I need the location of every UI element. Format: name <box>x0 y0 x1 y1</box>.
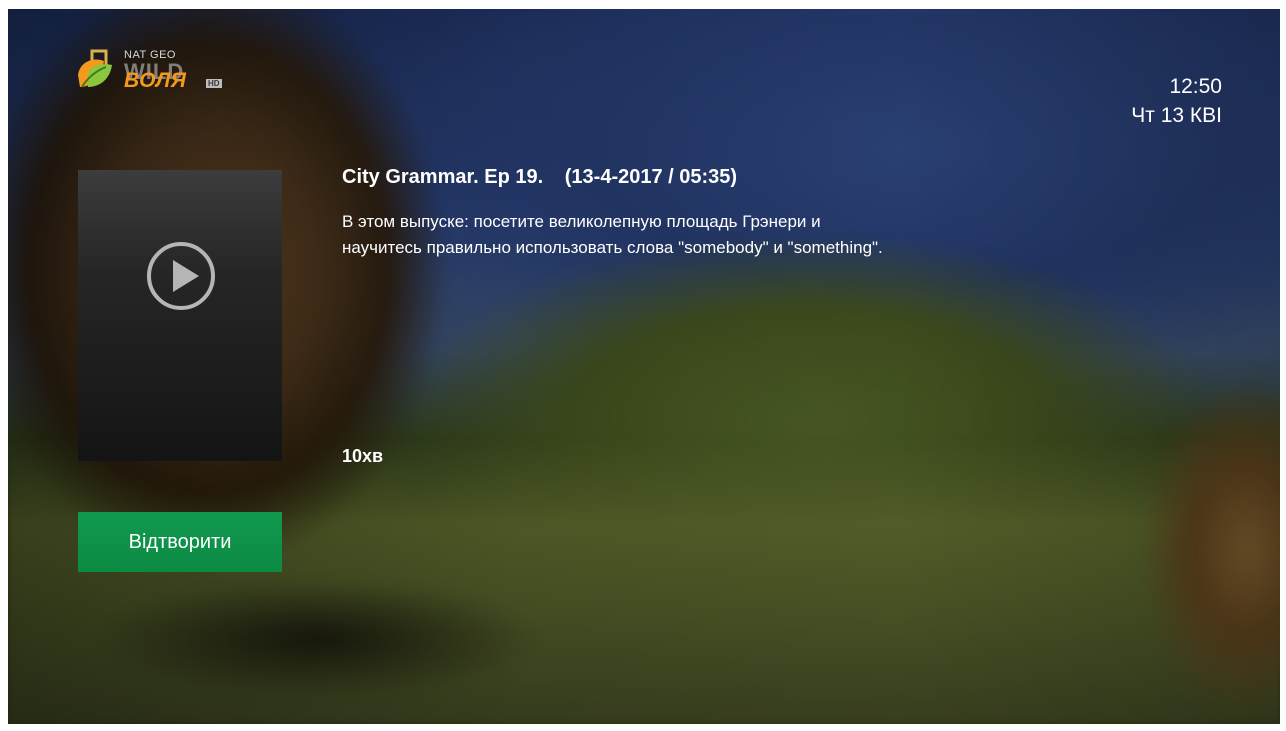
program-description: В этом выпуске: посетите великолепную пл… <box>342 212 883 257</box>
play-button[interactable]: Відтворити <box>78 512 282 572</box>
logo-brand-text: ВОЛЯ <box>124 69 187 92</box>
clock-time: 12:50 <box>1169 75 1222 98</box>
channel-logo: NAT GEO WILD ВОЛЯ HD <box>74 47 234 99</box>
program-thumbnail[interactable] <box>78 170 282 461</box>
logo-hd-badge: HD <box>206 79 222 88</box>
program-header: City Grammar. Ep 19. (13-4-2017 / 05:35) <box>342 166 737 189</box>
clock-date: Чт 13 КВІ <box>1131 104 1222 127</box>
program-title: City Grammar. Ep 19. <box>342 166 544 188</box>
program-duration: 10хв <box>342 446 384 466</box>
tv-screen: NAT GEO WILD ВОЛЯ HD 12:50 Чт 13 КВІ Від… <box>8 9 1280 724</box>
leaf-logo-icon <box>78 49 112 88</box>
program-airdate: (13-4-2017 / 05:35) <box>564 166 738 188</box>
clock: 12:50 Чт 13 КВІ <box>1131 73 1222 131</box>
play-circle-icon[interactable] <box>145 240 217 312</box>
